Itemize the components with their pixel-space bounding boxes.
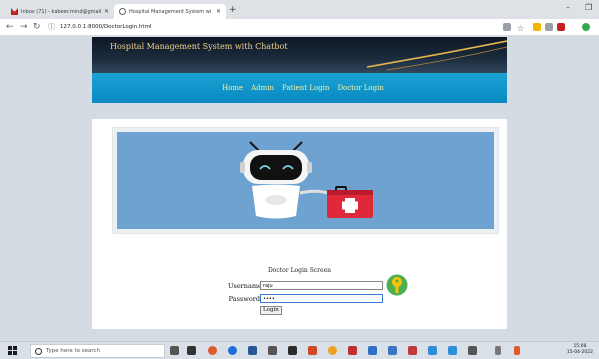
store-icon[interactable] bbox=[288, 346, 297, 355]
app-icon[interactable] bbox=[428, 346, 437, 355]
username-label: Username bbox=[228, 281, 262, 290]
login-form-title: Doctor Login Screen bbox=[267, 267, 331, 274]
edge-icon[interactable] bbox=[228, 346, 237, 355]
back-icon[interactable]: ← bbox=[6, 21, 14, 34]
restore-icon[interactable]: ❐ bbox=[585, 3, 592, 12]
key-icon[interactable] bbox=[503, 23, 511, 31]
nav-link-home[interactable]: Home bbox=[222, 84, 243, 92]
clock-date: 15-04-2022 bbox=[566, 350, 593, 355]
profile-avatar[interactable] bbox=[582, 23, 590, 31]
gmail-icon bbox=[11, 8, 18, 15]
windows-start-icon[interactable] bbox=[8, 346, 17, 355]
tray-icon[interactable] bbox=[514, 346, 520, 355]
app-icon[interactable] bbox=[408, 346, 417, 355]
chrome-icon[interactable] bbox=[328, 346, 337, 355]
nav-link-doctor-login[interactable]: Doctor Login bbox=[337, 84, 383, 92]
system-clock[interactable]: 15:08 15-04-2022 bbox=[567, 344, 593, 356]
password-row: Password bbox=[228, 293, 383, 304]
app-icon[interactable] bbox=[388, 346, 397, 355]
app-icon[interactable] bbox=[268, 346, 277, 355]
globe-icon bbox=[119, 8, 126, 15]
password-input[interactable] bbox=[260, 294, 383, 303]
close-tab-icon[interactable]: ✕ bbox=[216, 8, 221, 15]
tab-label: Hospital Management System wi bbox=[129, 8, 212, 15]
content-card: Doctor Login Screen Username Password Lo… bbox=[92, 119, 507, 329]
hero-image-frame bbox=[112, 127, 499, 234]
app-icon[interactable] bbox=[448, 346, 457, 355]
password-label: Password bbox=[228, 294, 260, 303]
username-row: Username bbox=[228, 280, 383, 291]
browser-tab-strip: Inbox (71) - kabeer.mind@gmail.c ✕ Hospi… bbox=[0, 0, 599, 19]
nav-link-admin[interactable]: Admin bbox=[251, 84, 274, 92]
tab-hospital[interactable]: Hospital Management System wi ✕ bbox=[114, 4, 226, 19]
extension-icon[interactable] bbox=[545, 23, 553, 31]
tray-icon[interactable] bbox=[495, 346, 501, 355]
tab-gmail[interactable]: Inbox (71) - kabeer.mind@gmail.c ✕ bbox=[6, 4, 114, 19]
opera-icon[interactable] bbox=[208, 346, 217, 355]
robot-medical-kit-illustration bbox=[117, 132, 494, 229]
star-icon[interactable]: ☆ bbox=[517, 22, 524, 35]
site-title: Hospital Management System with Chatbot bbox=[110, 42, 288, 51]
url-input[interactable]: 127.0.0.1:8000/DoctorLogin.html bbox=[60, 22, 490, 33]
app-icon[interactable] bbox=[348, 346, 357, 355]
page-content: Hospital Management System with Chatbot … bbox=[0, 37, 599, 340]
app-icon[interactable] bbox=[368, 346, 377, 355]
taskbar-search-placeholder: Type here to search bbox=[46, 348, 101, 354]
tab-label: Inbox (71) - kabeer.mind@gmail.c bbox=[21, 8, 102, 15]
info-icon[interactable]: ⓘ bbox=[48, 21, 55, 34]
minimize-icon[interactable]: – bbox=[566, 3, 570, 12]
address-bar: ← → ↻ ⓘ 127.0.0.1:8000/DoctorLogin.html … bbox=[0, 19, 599, 36]
extension-icon[interactable] bbox=[533, 23, 541, 31]
reload-icon[interactable]: ↻ bbox=[33, 21, 41, 34]
nav-link-patient-login[interactable]: Patient Login bbox=[282, 84, 329, 92]
password-manager-key-icon[interactable] bbox=[386, 274, 408, 296]
new-tab-button[interactable]: + bbox=[229, 4, 237, 17]
app-icon[interactable] bbox=[248, 346, 257, 355]
site-banner: Hospital Management System with Chatbot bbox=[92, 37, 507, 73]
task-view-icon[interactable] bbox=[187, 346, 196, 355]
windows-taskbar: Type here to search 15:08 15-04-2022 bbox=[0, 341, 599, 359]
site-navbar: Home Admin Patient Login Doctor Login bbox=[92, 73, 507, 103]
close-tab-icon[interactable]: ✕ bbox=[104, 8, 109, 15]
app-icon[interactable] bbox=[468, 346, 477, 355]
forward-icon[interactable]: → bbox=[20, 21, 28, 34]
login-button[interactable]: Login bbox=[260, 306, 282, 315]
banner-swoosh-graphic bbox=[367, 40, 507, 71]
app-icon[interactable] bbox=[308, 346, 317, 355]
search-icon bbox=[35, 347, 42, 355]
taskbar-search-box[interactable]: Type here to search bbox=[30, 344, 165, 358]
microphone-icon[interactable] bbox=[170, 346, 179, 355]
username-input[interactable] bbox=[260, 281, 383, 290]
gmail-extension-icon[interactable] bbox=[557, 23, 565, 31]
